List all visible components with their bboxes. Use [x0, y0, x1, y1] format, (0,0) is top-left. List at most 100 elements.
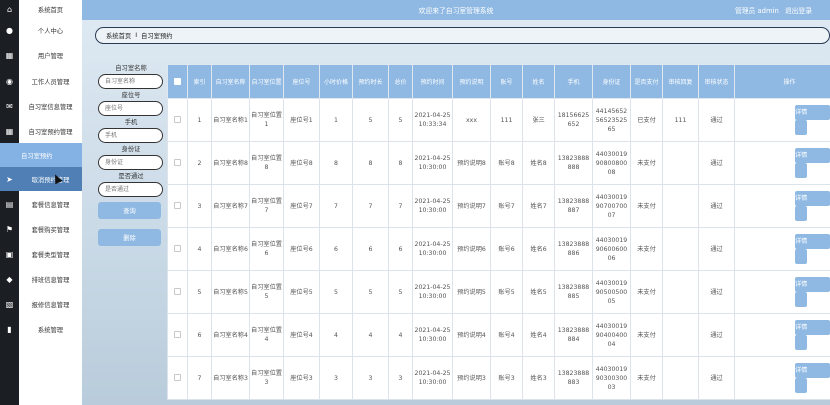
- row-select-cell[interactable]: [167, 227, 188, 271]
- table-cell: 5: [388, 98, 413, 142]
- row-select-cell[interactable]: [167, 356, 188, 400]
- detail-button[interactable]: 详情: [795, 277, 830, 292]
- table-cell: 未支付: [630, 184, 663, 228]
- sidebar-item-9[interactable]: ⚑ 套餐购买管理: [0, 217, 82, 241]
- row-select-cell[interactable]: [167, 313, 188, 357]
- breadcrumb: 系统首页 I 自习室预约: [95, 27, 830, 44]
- table-cell: 座位号5: [283, 270, 320, 314]
- table-cell: 440300199040040004: [592, 313, 631, 357]
- column-header: 身份证: [592, 64, 631, 99]
- table-cell: 通过: [698, 313, 735, 357]
- detail-button[interactable]: 详情: [795, 191, 830, 206]
- table-cell: 通过: [698, 356, 735, 400]
- edit-button[interactable]: [795, 120, 807, 135]
- breadcrumb-home[interactable]: 系统首页: [106, 31, 131, 40]
- logout-link[interactable]: 退出登录: [785, 5, 812, 15]
- table-cell: 账号6: [490, 227, 523, 271]
- select-all-header[interactable]: [167, 64, 188, 99]
- table-cell: 自习室名称7: [211, 184, 250, 228]
- table-cell: 自习室名称3: [211, 356, 250, 400]
- table-cell: 预约说明7: [452, 184, 491, 228]
- reservation-table-container: 索引 自习室名称 自习室位置 座位号 小时价格 预约时长 总价 预约时间 预约说明 账号 姓名 手机身…: [167, 64, 830, 405]
- table-cell: 账号4: [490, 313, 523, 357]
- edit-button[interactable]: [795, 335, 807, 350]
- sidebar-item-1[interactable]: ● 个人中心: [0, 18, 82, 42]
- table-cell: [662, 184, 699, 228]
- table-cell: 预约说明6: [452, 227, 491, 271]
- row-select-cell[interactable]: [167, 141, 188, 185]
- table-icon: ▤: [5, 199, 14, 209]
- sidebar-item-6[interactable]: 自习室预约: [0, 143, 82, 167]
- sidebar-item-label: 用户管理: [37, 52, 64, 60]
- table-cell: 6: [388, 227, 413, 271]
- detail-button[interactable]: 详情: [795, 363, 830, 378]
- edit-button[interactable]: [795, 163, 807, 178]
- room-name-input[interactable]: [98, 74, 163, 89]
- table-cell: 2021-04-25 10:30:00: [412, 141, 453, 185]
- delete-button[interactable]: 删除: [98, 229, 161, 246]
- table-cell: 2021-04-25 10:30:00: [412, 184, 453, 228]
- row-select-cell[interactable]: [167, 184, 188, 228]
- sidebar-item-label: 套餐类型管理: [31, 251, 70, 259]
- table-cell: 6: [352, 227, 389, 271]
- row-checkbox[interactable]: [174, 116, 181, 123]
- detail-button[interactable]: 详情: [795, 234, 830, 249]
- sidebar-item-label: 自习室信息管理: [28, 103, 73, 111]
- column-header: 小时价格: [319, 64, 353, 99]
- table-cell: [662, 270, 699, 314]
- seat-number-input[interactable]: [98, 101, 163, 116]
- edit-button[interactable]: [795, 206, 807, 221]
- sidebar-item-5[interactable]: ▦ 自习室预约管理: [0, 119, 82, 143]
- mail-icon: ✉: [6, 101, 13, 111]
- row-select-cell[interactable]: [167, 98, 188, 142]
- table-row: 6 自习室名称4 自习室位置4 座位号4 4 4 4 2021-04-25 10:30:00 预…: [167, 313, 830, 357]
- table-cell: 姓名4: [522, 313, 555, 357]
- query-button[interactable]: 查询: [98, 202, 161, 219]
- row-checkbox[interactable]: [174, 159, 181, 166]
- table-cell: 姓名8: [522, 141, 555, 185]
- sidebar-item-11[interactable]: ◆ 排班信息管理: [0, 267, 82, 291]
- table-cell: 7: [187, 356, 212, 400]
- table-cell: 6: [187, 313, 212, 357]
- search-label-id-card: 身份证: [121, 146, 141, 153]
- table-cell: 通过: [698, 270, 735, 314]
- row-checkbox[interactable]: [174, 202, 181, 209]
- sidebar-item-13[interactable]: ▮ 系统管理: [0, 317, 82, 341]
- sidebar-item-7[interactable]: ➤ 取消预约管理: [0, 167, 82, 191]
- id-card-input[interactable]: [98, 155, 163, 170]
- row-checkbox[interactable]: [174, 374, 181, 381]
- row-checkbox[interactable]: [174, 245, 181, 252]
- table-cell: 自习室位置4: [249, 313, 284, 357]
- row-select-cell[interactable]: [167, 270, 188, 314]
- row-checkbox[interactable]: [174, 331, 181, 338]
- table-header-row: 索引 自习室名称 自习室位置 座位号 小时价格 预约时长 总价 预约时间 预约说明 账号 姓名 手机身…: [167, 64, 830, 99]
- sidebar-item-10[interactable]: ▣ 套餐类型管理: [0, 242, 82, 266]
- detail-button[interactable]: 详情: [795, 105, 830, 120]
- table-cell: 座位号1: [283, 98, 320, 142]
- sidebar-item-3[interactable]: ◉ 工作人员管理: [0, 69, 82, 93]
- table-cell: 自习室名称5: [211, 270, 250, 314]
- row-checkbox[interactable]: [174, 288, 181, 295]
- edit-button[interactable]: [795, 292, 807, 307]
- breadcrumb-separator: I: [135, 32, 138, 39]
- sidebar-item-4[interactable]: ✉ 自习室信息管理: [0, 94, 82, 118]
- search-panel: 自习室名称 座位号 手机 身份证 是否通过 查询 删除: [98, 64, 164, 246]
- sidebar-item-2[interactable]: ▦ 用户管理: [0, 43, 82, 67]
- select-all-checkbox[interactable]: [174, 78, 181, 85]
- table-row: 4 自习室名称6 自习室位置6 座位号6 6 6 6 2021-04-25 10:30:00 预…: [167, 227, 830, 271]
- column-header: 预约时长: [352, 64, 389, 99]
- table-cell: 5: [388, 270, 413, 314]
- sidebar-item-12[interactable]: ▧ 报修信息管理: [0, 292, 82, 316]
- table-cell: 13823888886: [554, 227, 593, 271]
- phone-input[interactable]: [98, 128, 163, 143]
- detail-button[interactable]: 详情: [795, 148, 830, 163]
- column-header: 审核状态: [698, 64, 735, 99]
- approved-input[interactable]: [98, 182, 163, 197]
- table-cell: 未支付: [630, 356, 663, 400]
- edit-button[interactable]: [795, 378, 807, 393]
- detail-button[interactable]: 详情: [795, 320, 830, 335]
- table-cell: 2021-04-25 10:33:34: [412, 98, 453, 142]
- table-cell: [662, 356, 699, 400]
- edit-button[interactable]: [795, 249, 807, 264]
- sidebar-item-8[interactable]: ▤ 套餐信息管理: [0, 192, 82, 216]
